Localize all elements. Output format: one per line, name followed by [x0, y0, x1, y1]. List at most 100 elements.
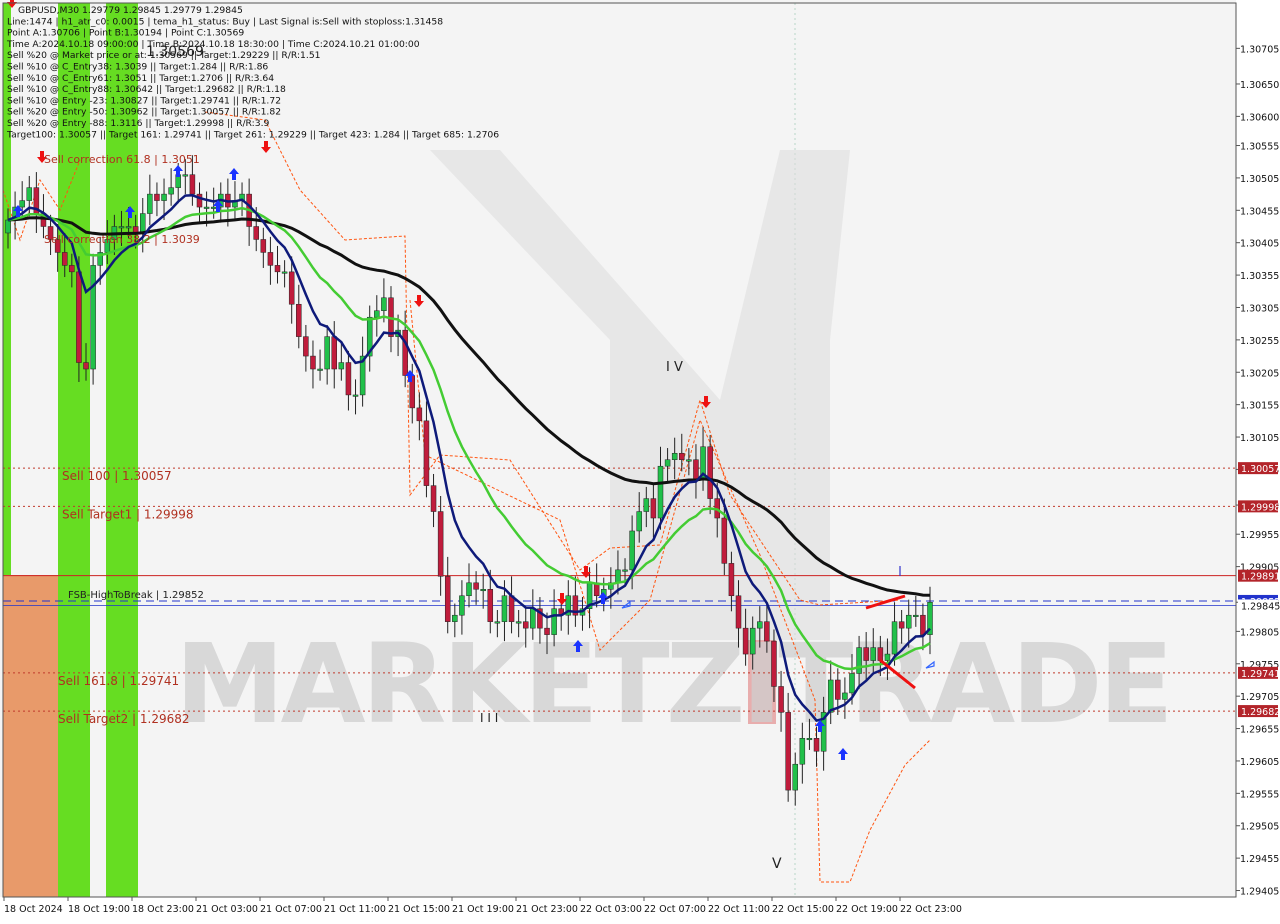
level-label: Sell Target1 | 1.29998 [62, 507, 194, 521]
candle-body [267, 252, 274, 266]
candle-body [863, 647, 869, 661]
candle-body [749, 627, 756, 655]
candle-body [189, 174, 196, 195]
candle-body [345, 362, 352, 396]
x-tick-label: 18 Oct 19:00 [68, 904, 130, 915]
header-line: Sell %20 @ Entry -88: 1.3116 || Target:1… [7, 118, 270, 129]
candle-body [374, 310, 380, 318]
candle-body [402, 329, 408, 376]
header-line: GBPUSD,M30 1.29779 1.29845 1.29779 1.298… [18, 5, 243, 16]
candle-body [622, 569, 628, 572]
candle-body [69, 265, 75, 273]
candle-body [274, 265, 281, 273]
candle-body [671, 452, 678, 460]
candle-body [615, 569, 621, 584]
candle-body [140, 213, 146, 234]
y-tick-label: 1.29555 [1240, 789, 1279, 800]
candle-body [437, 511, 444, 577]
y-tick-label: 1.29405 [1240, 887, 1279, 898]
candle-body [636, 511, 642, 532]
candle-body [459, 595, 465, 616]
candle-body [835, 679, 841, 700]
header-line: Sell %20 @ Entry -50: 1.30962 || Target:… [7, 107, 281, 118]
candle-body [310, 355, 316, 370]
chart-svg: MARKETZITRADE Sell 100 | 1.30057 Sell Tar… [0, 0, 1280, 920]
candle-body [898, 621, 905, 629]
candle-body [90, 265, 96, 370]
candle-body [288, 271, 295, 305]
y-tick-label: 1.30555 [1240, 142, 1279, 153]
x-tick-label: 22 Oct 11:00 [708, 904, 770, 915]
candle-body [544, 627, 550, 635]
y-tick-label: 1.30355 [1240, 271, 1279, 282]
header-line: Sell %10 @ C_Entry61: 1.3051 || Target:1… [7, 73, 274, 84]
candle-body [735, 595, 742, 629]
level-price-tag-text: 1.29998 [1241, 502, 1280, 513]
candle-body [827, 679, 834, 713]
candle-body [487, 589, 494, 622]
header-line: Sell %20 @ Market price or at: 1.30569 |… [7, 50, 321, 61]
candle-body [686, 459, 692, 462]
y-tick-label: 1.29455 [1240, 854, 1279, 865]
level-label: FSB-HighToBreak | 1.29852 [68, 590, 204, 601]
header-line: Sell %10 @ C_Entry88: 1.30642 || Target:… [7, 84, 286, 95]
candle-body [26, 187, 33, 201]
y-tick-label: 1.30105 [1240, 433, 1279, 444]
y-tick-label: 1.29805 [1240, 627, 1279, 638]
header-line: Sell %10 @ Entry -23: 1.30827 || Target:… [7, 95, 281, 106]
candle-body [182, 174, 189, 177]
candle-body [118, 226, 125, 229]
chart: MARKETZITRADE Sell 100 | 1.30057 Sell Tar… [0, 0, 1280, 920]
sell-zone [3, 575, 58, 897]
candle-body [168, 187, 174, 195]
candle-body [920, 614, 926, 635]
candle-body [657, 465, 664, 519]
wave-iii-label: I I I [480, 711, 498, 725]
candle-body [551, 608, 557, 635]
candle-body [664, 459, 671, 467]
y-tick-label: 1.30155 [1240, 401, 1279, 412]
candle-body [508, 595, 515, 622]
candle-body [856, 647, 862, 674]
candle-body [842, 692, 848, 700]
x-tick-label: 22 Oct 19:00 [836, 904, 898, 915]
candle-body [352, 394, 359, 397]
candle-body [870, 647, 877, 661]
y-tick-label: 1.29605 [1240, 757, 1279, 768]
y-tick-label: 1.30705 [1240, 44, 1279, 55]
x-tick-label: 22 Oct 23:00 [900, 904, 962, 915]
candle-body [515, 621, 522, 624]
candle-body [778, 686, 784, 713]
candle-body [501, 595, 508, 622]
x-tick-label: 21 Oct 15:00 [388, 904, 450, 915]
y-tick-label: 1.29505 [1240, 822, 1279, 833]
y-tick-label: 1.30650 [1240, 80, 1279, 91]
wave-iv-label: I V [666, 360, 683, 375]
candle-body [799, 738, 806, 765]
level-price-tag-text: 1.30057 [1241, 464, 1280, 475]
x-tick-label: 21 Oct 07:00 [260, 904, 322, 915]
y-tick-label: 1.30305 [1240, 303, 1279, 314]
level-price-tag-text: 1.29682 [1241, 707, 1280, 718]
candle-body [466, 582, 472, 597]
candle-body [423, 420, 430, 486]
candle-body [771, 640, 777, 687]
level-price-tag-text: 1.29891 [1241, 572, 1280, 583]
candle-body [317, 368, 323, 371]
candle-body [19, 200, 25, 208]
candle-body [203, 206, 210, 209]
correction-382-label: Sell correction 38.2 | 1.3039 [44, 233, 200, 246]
header-line: Target100: 1.30057 || Target 161: 1.2974… [6, 129, 499, 140]
candle-body [331, 336, 337, 370]
x-tick-label: 21 Oct 23:00 [516, 904, 578, 915]
candle-body [707, 446, 713, 499]
candle-body [643, 498, 650, 512]
candle-body [494, 621, 501, 624]
header-line: Line:1474 | h1_atr_c0: 0.0015 | tema_h1_… [7, 16, 443, 27]
candle-body [742, 627, 749, 655]
header-line: Time A:2024.10.18 09:00:00 | Time B:2024… [6, 39, 420, 50]
candle-body [764, 621, 770, 642]
candle-body [303, 336, 309, 357]
candle-body [629, 530, 635, 571]
candle-body [61, 252, 68, 266]
